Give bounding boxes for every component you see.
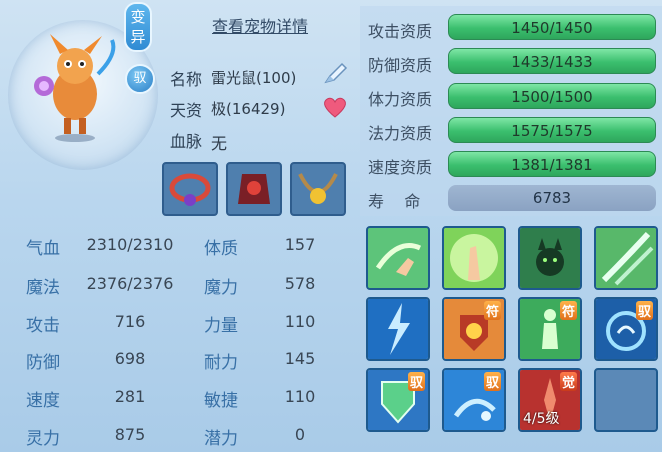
bloodline-label: 血脉: [170, 132, 203, 151]
pet-aptitude: 极(16429): [211, 100, 286, 118]
equip-slot-collar[interactable]: [162, 162, 218, 216]
stat-label-mp: 魔法: [26, 278, 60, 298]
stat-label-speed: 速度: [26, 391, 60, 411]
skill-slot-11[interactable]: 觉 4/5级: [518, 368, 582, 432]
quality-bar-stamina: 1500/1500: [448, 83, 656, 109]
hand-strike-skill-icon: [368, 228, 428, 288]
skill-slot-empty[interactable]: [594, 368, 658, 432]
stat-value-endurance: 145: [284, 349, 316, 368]
aptitude-label: 天资: [170, 101, 203, 120]
stat-value-magic-power: 578: [284, 274, 316, 293]
stat-label-defense: 防御: [26, 353, 60, 373]
skill-tag-yu-2: 驭: [407, 372, 425, 391]
lightning-skill-icon: [368, 299, 428, 359]
stat-value-hp: 2310/2310: [86, 235, 174, 254]
equip-slot-necklace[interactable]: [290, 162, 346, 216]
stat-label-strength: 力量: [204, 316, 238, 336]
skill-tag-charm-1: 符: [483, 301, 501, 320]
stat-value-attack: 716: [114, 312, 146, 331]
skill-slot-9[interactable]: 驭: [366, 368, 430, 432]
stat-value-constitution: 157: [284, 235, 316, 254]
skill-slot-1[interactable]: [366, 226, 430, 290]
skill-slot-4[interactable]: [594, 226, 658, 290]
stat-value-spirit: 875: [114, 425, 146, 444]
quality-label-mana: 法力资质: [368, 124, 433, 143]
skill-slot-8[interactable]: 驭: [594, 297, 658, 361]
quality-bar-speed: 1381/1381: [448, 151, 656, 177]
quality-bar-defense: 1433/1433: [448, 48, 656, 74]
heart-icon[interactable]: [322, 95, 348, 119]
pet-bloodline: 无: [211, 134, 228, 153]
stat-value-speed: 281: [114, 387, 146, 406]
quality-label-defense: 防御资质: [368, 56, 433, 75]
skill-tag-charm-2: 符: [559, 301, 577, 320]
skill-tag-awaken: 觉: [559, 372, 577, 391]
life-label: 寿 命: [368, 192, 421, 211]
skill-slot-10[interactable]: 驭: [442, 368, 506, 432]
variant-badge: 变异: [124, 2, 152, 52]
stat-label-endurance: 耐力: [204, 353, 238, 373]
stat-value-defense: 698: [114, 349, 146, 368]
skill-tag-yu-1: 驭: [635, 301, 653, 320]
stat-label-spirit: 灵力: [26, 429, 60, 449]
pet-model-image: [34, 34, 116, 142]
skill-slot-6[interactable]: 符: [442, 297, 506, 361]
yu-badge: 驭: [125, 64, 155, 94]
stat-value-potential: 0: [294, 425, 306, 444]
stat-label-agility: 敏捷: [204, 391, 238, 411]
edit-name-icon[interactable]: [320, 60, 350, 86]
skill-level-text: 4/5级: [523, 411, 560, 427]
cat-shadow-skill-icon: [520, 228, 580, 288]
equip-slot-armor[interactable]: [226, 162, 282, 216]
pet-name: 雷光鼠(100): [211, 69, 297, 87]
skill-slot-3[interactable]: [518, 226, 582, 290]
quality-bar-mana: 1575/1575: [448, 117, 656, 143]
skill-slot-2[interactable]: [442, 226, 506, 290]
quality-label-attack: 攻击资质: [368, 22, 433, 41]
quality-bar-attack: 1450/1450: [448, 14, 656, 40]
necklace-item-icon: [298, 173, 338, 204]
view-pet-details-link[interactable]: 查看宠物详情: [212, 13, 308, 37]
stat-value-mp: 2376/2376: [86, 274, 174, 293]
skill-slot-7[interactable]: 符: [518, 297, 582, 361]
collar-item-icon: [169, 173, 211, 206]
stat-value-strength: 110: [284, 312, 316, 331]
stat-label-hp: 气血: [26, 239, 60, 259]
palm-skill-icon: [444, 228, 504, 288]
stat-label-magic-power: 魔力: [204, 278, 238, 298]
skill-slot-5[interactable]: [366, 297, 430, 361]
quality-label-stamina: 体力资质: [368, 90, 433, 109]
quality-label-speed: 速度资质: [368, 158, 433, 177]
name-label: 名称: [170, 70, 203, 89]
stat-value-agility: 110: [284, 387, 316, 406]
stat-label-constitution: 体质: [204, 239, 238, 259]
stat-label-attack: 攻击: [26, 316, 60, 336]
armor-item-icon: [238, 174, 270, 204]
stat-label-potential: 潜力: [204, 429, 238, 449]
skill-tag-yu-3: 驭: [483, 372, 501, 391]
life-value-bar: 6783: [448, 185, 656, 211]
wind-slash-skill-icon: [596, 228, 656, 288]
